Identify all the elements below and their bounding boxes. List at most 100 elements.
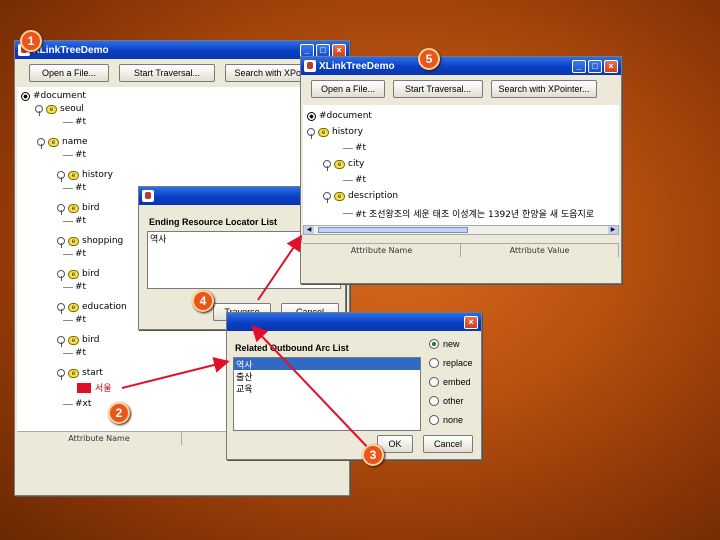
tree-node[interactable]: #t — [63, 348, 86, 358]
close-button[interactable]: × — [332, 43, 346, 57]
arc-list[interactable]: 역사 출산 교육 — [233, 357, 421, 431]
element-node-icon: e — [68, 335, 79, 345]
tree-node[interactable]: #t — [63, 216, 86, 226]
main-titlebar[interactable]: XLinkTreeDemo _ □ × — [15, 41, 349, 59]
open-file-button[interactable]: Open a File... — [29, 64, 109, 82]
tree-node[interactable]: e bird — [57, 335, 100, 347]
scroll-right-arrow[interactable]: ▶ — [608, 226, 618, 234]
arc-list-item[interactable]: 출산 — [234, 370, 420, 383]
radio-circle-icon[interactable] — [429, 358, 439, 368]
tree-node[interactable]: e history — [57, 170, 113, 182]
tree-node[interactable]: e city — [323, 159, 364, 171]
scroll-thumb[interactable] — [318, 227, 468, 233]
tree-node[interactable]: e description — [323, 191, 398, 203]
tree-node[interactable]: #t — [63, 183, 86, 193]
maximize-button[interactable]: □ — [316, 43, 330, 57]
tree-node[interactable]: e history — [307, 127, 363, 139]
element-node-icon: e — [334, 159, 345, 169]
element-node-icon: e — [48, 137, 59, 147]
main-window-title: XLinkTreeDemo — [33, 44, 109, 56]
tree-node-label: bird — [82, 269, 100, 279]
expand-toggle-icon[interactable] — [57, 303, 65, 314]
arc-list-item[interactable]: 교육 — [234, 382, 420, 395]
expand-toggle-icon[interactable] — [57, 171, 65, 182]
maximize-button[interactable]: □ — [588, 59, 602, 73]
tree-node[interactable]: #document — [21, 91, 86, 101]
result-horizontal-scrollbar[interactable]: ◀ ▶ — [303, 225, 619, 235]
expand-toggle-icon[interactable] — [323, 160, 331, 171]
radio-other[interactable]: other — [429, 396, 464, 406]
element-node-icon: e — [68, 368, 79, 378]
expand-toggle-icon[interactable] — [35, 105, 43, 116]
tree-node[interactable]: e bird — [57, 203, 100, 215]
radio-circle-icon[interactable] — [429, 415, 439, 425]
tree-node-label: start — [82, 368, 103, 378]
tree-node-label: #t — [355, 175, 367, 185]
tree-node[interactable]: #t — [343, 143, 366, 153]
result-window: XLinkTreeDemo _ □ × Open a File... Start… — [300, 56, 622, 284]
tree-node[interactable]: #t 조선왕조의 세운 태조 이성계는 1392년 한양을 새 도읍지로 — [343, 207, 594, 220]
tree-node[interactable]: #t — [63, 282, 86, 292]
expand-toggle-icon[interactable] — [57, 270, 65, 281]
search-xpointer-button[interactable]: Search with XPointer... — [491, 80, 597, 98]
tree-node-label: #t — [75, 183, 87, 193]
open-file-button[interactable]: Open a File... — [311, 80, 385, 98]
arc-cancel-button[interactable]: Cancel — [423, 435, 473, 453]
tree-node[interactable]: e shopping — [57, 236, 124, 248]
expand-toggle-icon[interactable] — [307, 128, 315, 139]
tree-node[interactable]: #t — [343, 175, 366, 185]
tree-node[interactable]: #t — [63, 117, 86, 127]
result-tree-view[interactable]: #document e history #t e city #t e description #t… — [303, 105, 619, 225]
expand-toggle-icon[interactable] — [323, 192, 331, 203]
result-titlebar[interactable]: XLinkTreeDemo _ □ × — [301, 57, 621, 75]
radio-none[interactable]: none — [429, 415, 463, 425]
tree-branch-line — [63, 220, 73, 222]
expand-toggle-icon[interactable] — [57, 204, 65, 215]
tree-node[interactable]: e education — [57, 302, 127, 314]
expand-toggle-icon[interactable] — [57, 237, 65, 248]
tree-node[interactable]: #document — [307, 111, 372, 121]
expand-toggle-icon[interactable] — [57, 336, 65, 347]
radio-replace[interactable]: replace — [429, 358, 473, 368]
tree-node[interactable]: e name — [37, 137, 88, 149]
tree-node[interactable]: 서울 — [77, 381, 112, 394]
start-traversal-button[interactable]: Start Traversal... — [119, 64, 215, 82]
close-button[interactable]: × — [604, 59, 618, 73]
attribute-name-header[interactable]: Attribute Name — [303, 244, 461, 257]
radio-circle-icon[interactable] — [429, 396, 439, 406]
expand-toggle-icon[interactable] — [37, 138, 45, 149]
tree-branch-line — [63, 403, 73, 405]
tree-node[interactable]: e bird — [57, 269, 100, 281]
tree-node[interactable]: #t — [63, 249, 86, 259]
radio-label: new — [443, 339, 460, 349]
arc-dialog-titlebar[interactable]: × — [227, 313, 481, 331]
tree-node-label: bird — [82, 203, 100, 213]
tree-node-label: shopping — [82, 236, 124, 246]
element-node-icon: e — [68, 203, 79, 213]
tree-node[interactable]: e start — [57, 368, 103, 380]
tree-node[interactable]: #xt — [63, 399, 91, 409]
tree-node[interactable]: e seoul — [35, 104, 84, 116]
tree-node-label: bird — [82, 335, 100, 345]
attribute-name-header[interactable]: Attribute Name — [17, 432, 182, 445]
scroll-left-arrow[interactable]: ◀ — [304, 226, 314, 234]
radio-label: embed — [443, 377, 471, 387]
minimize-button[interactable]: _ — [300, 43, 314, 57]
tree-branch-line — [63, 187, 73, 189]
attribute-value-header[interactable]: Attribute Value — [461, 244, 619, 257]
radio-new[interactable]: new — [429, 339, 460, 349]
radio-embed[interactable]: embed — [429, 377, 471, 387]
tree-node[interactable]: #t — [63, 150, 86, 160]
tree-branch-line — [63, 352, 73, 354]
radio-circle-icon[interactable] — [429, 377, 439, 387]
callout-4: 4 — [192, 290, 214, 312]
tree-node[interactable]: #t — [63, 315, 86, 325]
radio-circle-icon[interactable] — [429, 339, 439, 349]
element-node-icon: e — [68, 236, 79, 246]
minimize-button[interactable]: _ — [572, 59, 586, 73]
arc-list-item[interactable]: 역사 — [234, 358, 420, 371]
expand-toggle-icon[interactable] — [57, 369, 65, 380]
start-traversal-button[interactable]: Start Traversal... — [393, 80, 483, 98]
element-node-icon: e — [68, 302, 79, 312]
close-button[interactable]: × — [464, 315, 478, 329]
